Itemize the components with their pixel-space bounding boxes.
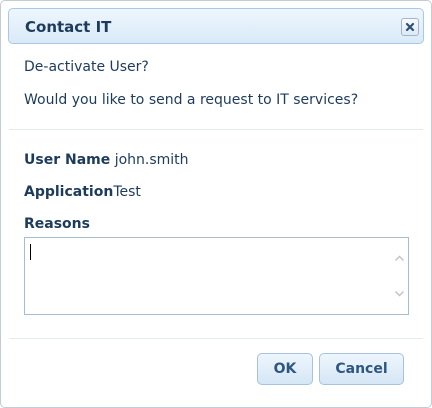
dialog-heading: De-activate User? [24,59,149,75]
cancel-button[interactable]: Cancel [319,353,404,385]
chevron-up-icon[interactable] [393,252,406,265]
dialog-titlebar[interactable]: Contact IT [8,8,424,44]
application-row: ApplicationTest [24,183,141,201]
footer-divider [9,338,423,339]
dialog-question: Would you like to send a request to IT s… [24,92,359,108]
dialog-title: Contact IT [25,18,112,36]
close-icon [405,22,415,32]
user-name-row: User Name john.smith [24,151,189,169]
user-name-value: john.smith [114,152,189,168]
text-caret [30,244,31,260]
ok-button[interactable]: OK [257,353,313,385]
application-value: Test [113,184,141,200]
user-name-label: User Name [24,152,111,168]
contact-it-dialog: Contact IT De-activate User? Would you l… [0,0,432,408]
close-button[interactable] [401,18,419,36]
reasons-label: Reasons [24,216,90,232]
reasons-textarea[interactable] [24,237,409,315]
content-divider [9,129,423,130]
application-label: Application [24,184,114,200]
chevron-down-icon[interactable] [393,287,406,300]
